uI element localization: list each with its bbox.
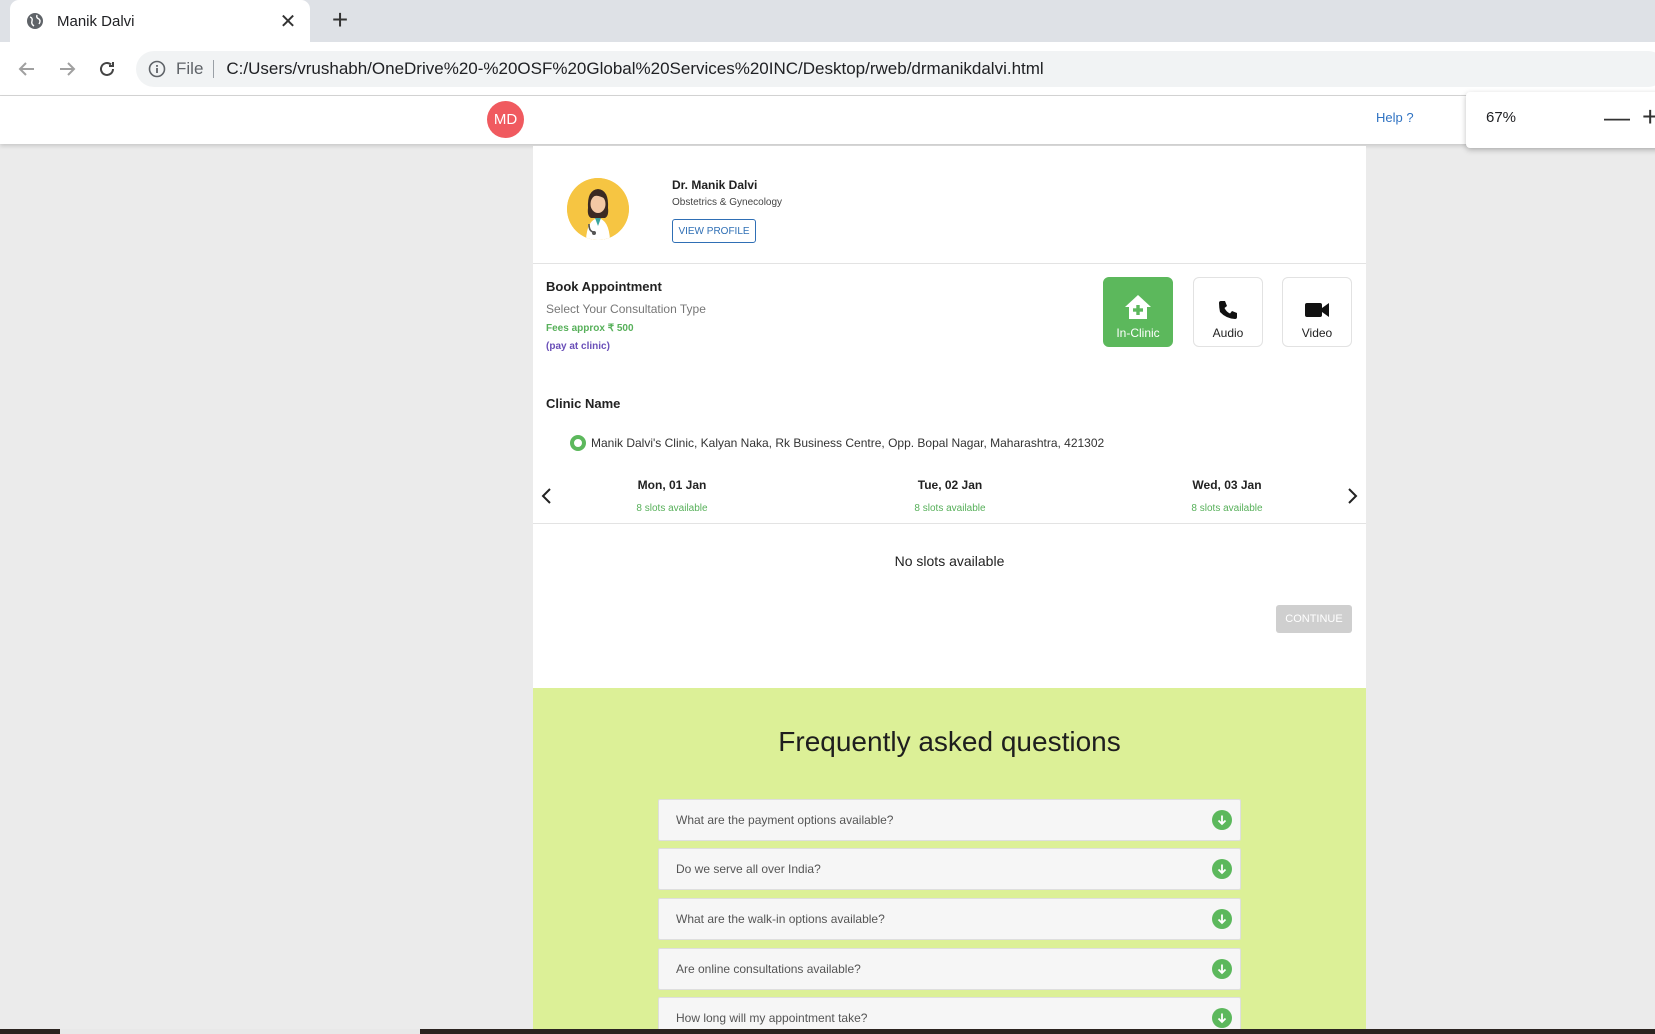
arrow-down-icon[interactable] (1212, 959, 1232, 979)
zoom-popup: 67% — + (1466, 92, 1655, 148)
back-button[interactable] (12, 54, 42, 84)
view-profile-button[interactable]: VIEW PROFILE (672, 219, 756, 243)
no-slots-message: No slots available (894, 553, 1005, 569)
clinic-name-title: Clinic Name (546, 396, 621, 411)
help-link[interactable]: Help ? (1376, 110, 1414, 125)
faq-question: What are the payment options available? (676, 813, 894, 827)
address-bar[interactable]: File C:/Users/vrushabh/OneDrive%20-%20OS… (136, 51, 1655, 87)
date-option[interactable]: Wed, 03 Jan 8 slots available (1157, 478, 1297, 514)
browser-tab[interactable]: Manik Dalvi ✕ (10, 0, 310, 42)
url-scheme: File (176, 60, 215, 78)
date-option[interactable]: Tue, 02 Jan 8 slots available (880, 478, 1020, 514)
tab-title: Manik Dalvi (57, 12, 135, 30)
date-next-button[interactable] (1344, 486, 1360, 506)
consult-type-audio[interactable]: Audio (1193, 277, 1263, 347)
fees-text: Fees approx ₹ 500 (546, 323, 634, 334)
new-tab-button[interactable]: + (325, 6, 355, 36)
url-text[interactable]: C:/Users/vrushabh/OneDrive%20-%20OSF%20G… (226, 59, 1043, 79)
browser-tabstrip: Manik Dalvi ✕ + (0, 0, 1655, 42)
zoom-in-button[interactable]: + (1642, 101, 1655, 133)
divider (533, 523, 1366, 524)
browser-toolbar: File C:/Users/vrushabh/OneDrive%20-%20OS… (0, 42, 1655, 96)
faq-question: Do we serve all over India? (676, 862, 821, 876)
slots-available-text: 8 slots available (914, 503, 986, 514)
consult-type-label: In-Clinic (1116, 326, 1160, 340)
doctor-illustration-icon (567, 178, 629, 240)
phone-icon (1219, 301, 1237, 319)
arrow-left-icon (18, 62, 34, 76)
consult-type-label: Video (1301, 326, 1333, 340)
doctor-name: Dr. Manik Dalvi (672, 178, 758, 192)
faq-item[interactable]: Are online consultations available? (658, 948, 1241, 990)
faq-item[interactable]: What are the payment options available? (658, 799, 1241, 841)
close-icon[interactable]: ✕ (278, 9, 298, 34)
site-header: MD Help ? (0, 96, 1655, 144)
date-label: Mon, 01 Jan (637, 478, 707, 492)
consult-type-video[interactable]: Video (1282, 277, 1352, 347)
faq-question: How long will my appointment take? (676, 1011, 868, 1025)
arrow-down-icon[interactable] (1212, 859, 1232, 879)
zoom-level: 67% (1486, 109, 1517, 126)
date-prev-button[interactable] (539, 486, 555, 506)
faq-item[interactable]: What are the walk-in options available? (658, 898, 1241, 940)
booking-card: Dr. Manik Dalvi Obstetrics & Gynecology … (533, 146, 1366, 688)
taskbar-edge (0, 1029, 1655, 1034)
clinic-address[interactable]: Manik Dalvi's Clinic, Kalyan Naka, Rk Bu… (591, 436, 1104, 450)
pay-at-clinic-note: (pay at clinic) (546, 341, 610, 352)
date-label: Tue, 02 Jan (917, 478, 983, 492)
clinic-icon (1125, 295, 1151, 319)
date-label: Wed, 03 Jan (1192, 478, 1262, 492)
faq-item[interactable]: Do we serve all over India? (658, 848, 1241, 890)
video-camera-icon (1305, 303, 1329, 317)
chevron-right-icon (1348, 488, 1358, 504)
zoom-out-button[interactable]: — (1604, 102, 1630, 133)
faq-question: What are the walk-in options available? (676, 912, 885, 926)
doctor-avatar (567, 178, 629, 240)
doctor-specialty: Obstetrics & Gynecology (672, 197, 783, 208)
clinic-radio-button[interactable] (570, 435, 586, 451)
date-option[interactable]: Mon, 01 Jan 8 slots available (602, 478, 742, 514)
arrow-down-icon[interactable] (1212, 1008, 1232, 1028)
faq-title: Frequently asked questions (778, 726, 1121, 757)
consultation-type-subtitle: Select Your Consultation Type (546, 302, 706, 316)
consult-type-in-clinic[interactable]: In-Clinic (1103, 277, 1173, 347)
faq-section: Frequently asked questions What are the … (533, 688, 1366, 1034)
taskbar-segment (60, 1029, 420, 1034)
globe-icon (27, 13, 43, 29)
site-logo[interactable]: MD (487, 101, 524, 138)
reload-button[interactable] (92, 54, 122, 84)
slots-available-text: 8 slots available (1191, 503, 1263, 514)
divider (533, 263, 1366, 264)
book-appointment-title: Book Appointment (546, 279, 662, 294)
continue-button[interactable]: CONTINUE (1276, 605, 1352, 633)
arrow-down-icon[interactable] (1212, 810, 1232, 830)
chevron-left-icon (541, 488, 551, 504)
forward-button[interactable] (52, 54, 82, 84)
consult-type-label: Audio (1212, 326, 1244, 340)
arrow-down-icon[interactable] (1212, 909, 1232, 929)
arrow-right-icon (60, 62, 76, 76)
info-icon[interactable] (148, 60, 166, 78)
slots-available-text: 8 slots available (636, 503, 708, 514)
faq-question: Are online consultations available? (676, 962, 861, 976)
reload-icon (100, 61, 114, 76)
